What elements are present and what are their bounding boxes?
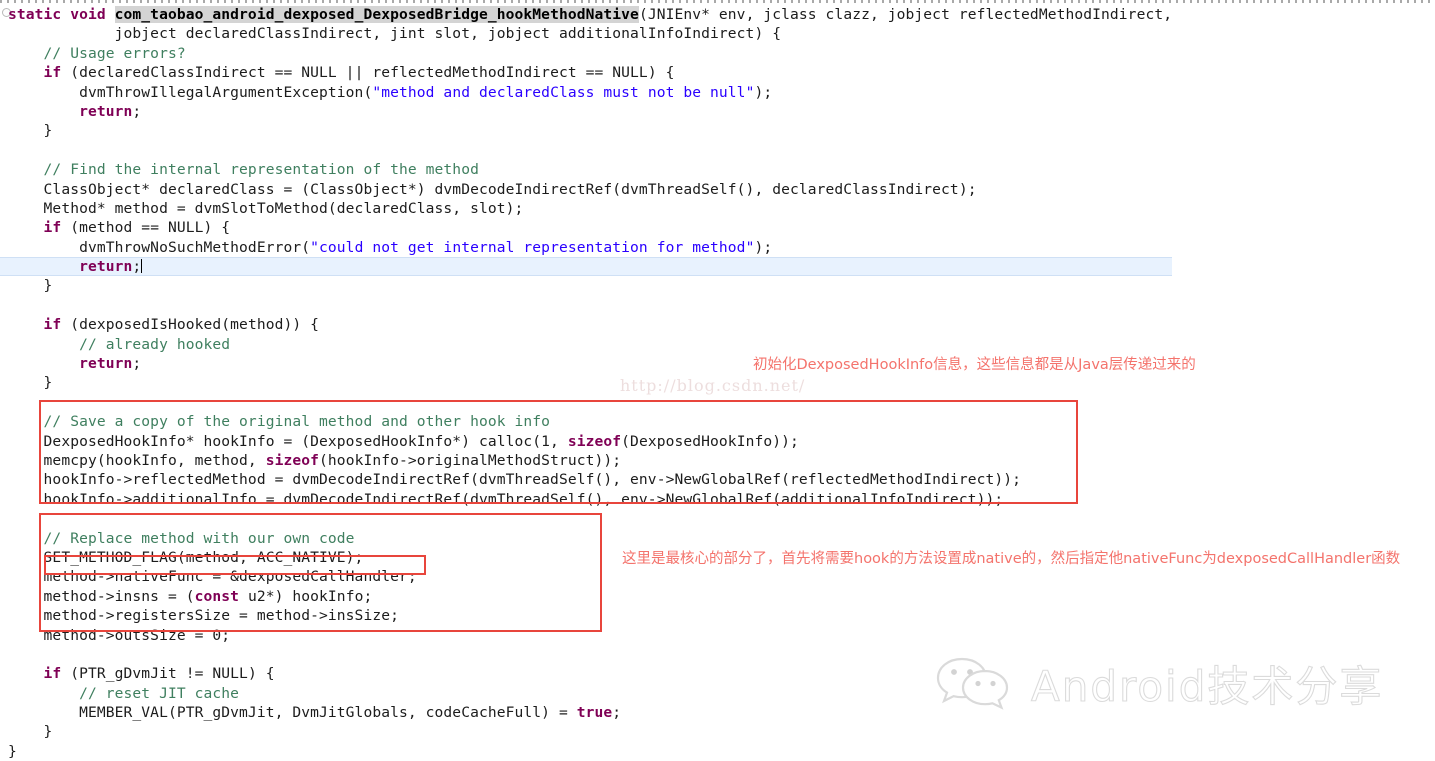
code-token-cmt: // already hooked: [8, 335, 231, 353]
code-token-p: }: [8, 277, 53, 295]
code-line: DexposedHookInfo* hookInfo = (DexposedHo…: [0, 432, 1172, 451]
code-token-p: }: [8, 742, 17, 760]
code-token-p: (method == NULL) {: [61, 219, 231, 237]
code-token-p: (dexposedIsHooked(method)) {: [61, 316, 320, 334]
code-token-kw: return: [8, 355, 133, 373]
code-token-p: dvmThrowIllegalArgumentException(: [8, 83, 373, 101]
code-token-p: ;: [132, 102, 142, 120]
code-token-p: MEMBER_VAL(PTR_gDvmJit, DvmJitGlobals, c…: [8, 704, 577, 722]
code-line: hookInfo->additionalInfo = dvmDecodeIndi…: [0, 490, 1172, 509]
code-token-cmt: // reset JIT cache: [8, 684, 240, 702]
code-token-kw: if: [8, 219, 62, 237]
code-token-p: hookInfo->reflectedMethod = dvmDecodeInd…: [8, 471, 1022, 489]
code-token-p: method->insns = (: [8, 587, 195, 605]
code-token-p: u2*) hookInfo;: [239, 587, 373, 605]
code-line: // Find the internal representation of t…: [0, 160, 1172, 179]
code-token-p: (declaredClassIndirect == NULL || reflec…: [61, 64, 675, 82]
annotation-text-replace: 这里是最核心的部分了，首先将需要hook的方法设置成native的，然后指定他n…: [622, 551, 1401, 567]
code-line: return;: [0, 257, 1173, 277]
code-line: // Usage errors?: [0, 44, 1172, 63]
code-line: method->registersSize = method->insSize;: [0, 606, 1172, 625]
code-line: return;: [0, 102, 1172, 121]
code-token-p: ClassObject* declaredClass = (ClassObjec…: [8, 180, 977, 198]
code-line: }: [0, 276, 1172, 295]
code-token-kw: return: [8, 102, 133, 120]
code-token-p: (JNIEnv* env, jclass clazz, jobject refl…: [638, 6, 1173, 23]
code-token-kw: true: [576, 704, 613, 722]
code-token-str: "could not get internal representation f…: [310, 238, 755, 256]
code-token-str: "method and declaredClass must not be nu…: [372, 83, 755, 101]
code-line: // Replace method with our own code: [0, 529, 1172, 548]
code-line: ClassObject* declaredClass = (ClassObjec…: [0, 180, 1172, 199]
code-token-p: }: [8, 374, 53, 392]
code-token-p: DexposedHookInfo* hookInfo = (DexposedHo…: [8, 432, 568, 450]
code-token-p: method->nativeFunc = &dexposedCallHandle…: [8, 568, 417, 586]
code-token-kw: sizeof: [265, 451, 320, 469]
wechat-bubbles-icon: [935, 653, 1017, 713]
code-line: hookInfo->reflectedMethod = dvmDecodeInd…: [0, 470, 1172, 489]
code-line: }: [0, 373, 1172, 392]
code-token-kw: const: [194, 587, 240, 605]
code-line: method->insns = (const u2*) hookInfo;: [0, 587, 1172, 606]
code-token-p: jobject declaredClassIndirect, jint slot…: [8, 25, 782, 43]
code-token-p: (PTR_gDvmJit != NULL) {: [61, 665, 275, 683]
annotation-text-hookinfo: 初始化DexposedHookInfo信息，这些信息都是从Java层传递过来的: [753, 357, 1196, 373]
csdn-url-watermark: http://blog.csdn.net/: [620, 376, 806, 395]
code-line: if (method == NULL) {: [0, 218, 1172, 237]
code-line: method->nativeFunc = &dexposedCallHandle…: [0, 567, 1172, 586]
code-token-kw: static void: [8, 6, 115, 23]
code-token-p: dvmThrowNoSuchMethodError(: [8, 238, 311, 256]
code-token-kw: if: [8, 316, 62, 334]
code-token-p: ;: [132, 258, 142, 276]
code-token-kw: if: [8, 64, 62, 82]
code-line: if (dexposedIsHooked(method)) {: [0, 315, 1172, 334]
text-caret: [141, 259, 143, 274]
code-token-p: }: [8, 723, 53, 741]
code-token-kw: sizeof: [567, 432, 622, 450]
code-line: memcpy(hookInfo, method, sizeof(hookInfo…: [0, 451, 1172, 470]
code-token-p: memcpy(hookInfo, method,: [8, 451, 266, 469]
code-line: static void com_taobao_android_dexposed_…: [0, 5, 1172, 24]
code-line: if (declaredClassIndirect == NULL || ref…: [0, 63, 1172, 82]
code-token-cmt: // Find the internal representation of t…: [8, 161, 479, 179]
wechat-account-watermark: Android技术分享: [935, 648, 1395, 718]
code-token-p: (DexposedHookInfo));: [621, 432, 799, 450]
code-token-p: );: [754, 83, 773, 101]
code-editor[interactable]: static void com_taobao_android_dexposed_…: [0, 0, 1435, 760]
code-token-p: ;: [132, 355, 142, 373]
wechat-account-name: Android技术分享: [1030, 661, 1384, 711]
code-token-p: SET_METHOD_FLAG(method, ACC_NATIVE);: [8, 548, 364, 566]
code-line: }: [0, 722, 1172, 741]
code-line: // already hooked: [0, 335, 1172, 354]
code-line: dvmThrowNoSuchMethodError("could not get…: [0, 238, 1172, 257]
code-token-kw: if: [8, 665, 62, 683]
code-line: // Save a copy of the original method an…: [0, 412, 1172, 431]
code-line: }: [0, 742, 1172, 761]
source-code-view[interactable]: static void com_taobao_android_dexposed_…: [0, 0, 1173, 761]
code-line: }: [0, 121, 1172, 140]
code-line: method->outsSize = 0;: [0, 626, 1172, 645]
code-token-p: (hookInfo->originalMethodStruct));: [319, 451, 622, 469]
code-token-p: );: [754, 238, 773, 256]
code-token-p: method->registersSize = method->insSize;: [8, 607, 399, 625]
code-line: Method* method = dvmSlotToMethod(declare…: [0, 199, 1172, 218]
code-token-p: hookInfo->additionalInfo = dvmDecodeIndi…: [8, 490, 1004, 508]
code-line: jobject declaredClassIndirect, jint slot…: [0, 24, 1172, 43]
code-token-p: Method* method = dvmSlotToMethod(declare…: [8, 199, 524, 217]
code-token-p: method->outsSize = 0;: [8, 626, 231, 644]
code-token-cmt: // Replace method with our own code: [8, 529, 355, 547]
code-token-p: }: [8, 122, 53, 140]
code-token-cmt: // Save a copy of the original method an…: [8, 413, 551, 431]
code-token-cmt: // Usage errors?: [8, 44, 186, 62]
code-token-kw: return: [8, 258, 133, 276]
code-token-p: ;: [612, 704, 622, 722]
code-token-fn: com_taobao_android_dexposed_DexposedBrid…: [114, 6, 639, 23]
code-line: dvmThrowIllegalArgumentException("method…: [0, 83, 1172, 102]
